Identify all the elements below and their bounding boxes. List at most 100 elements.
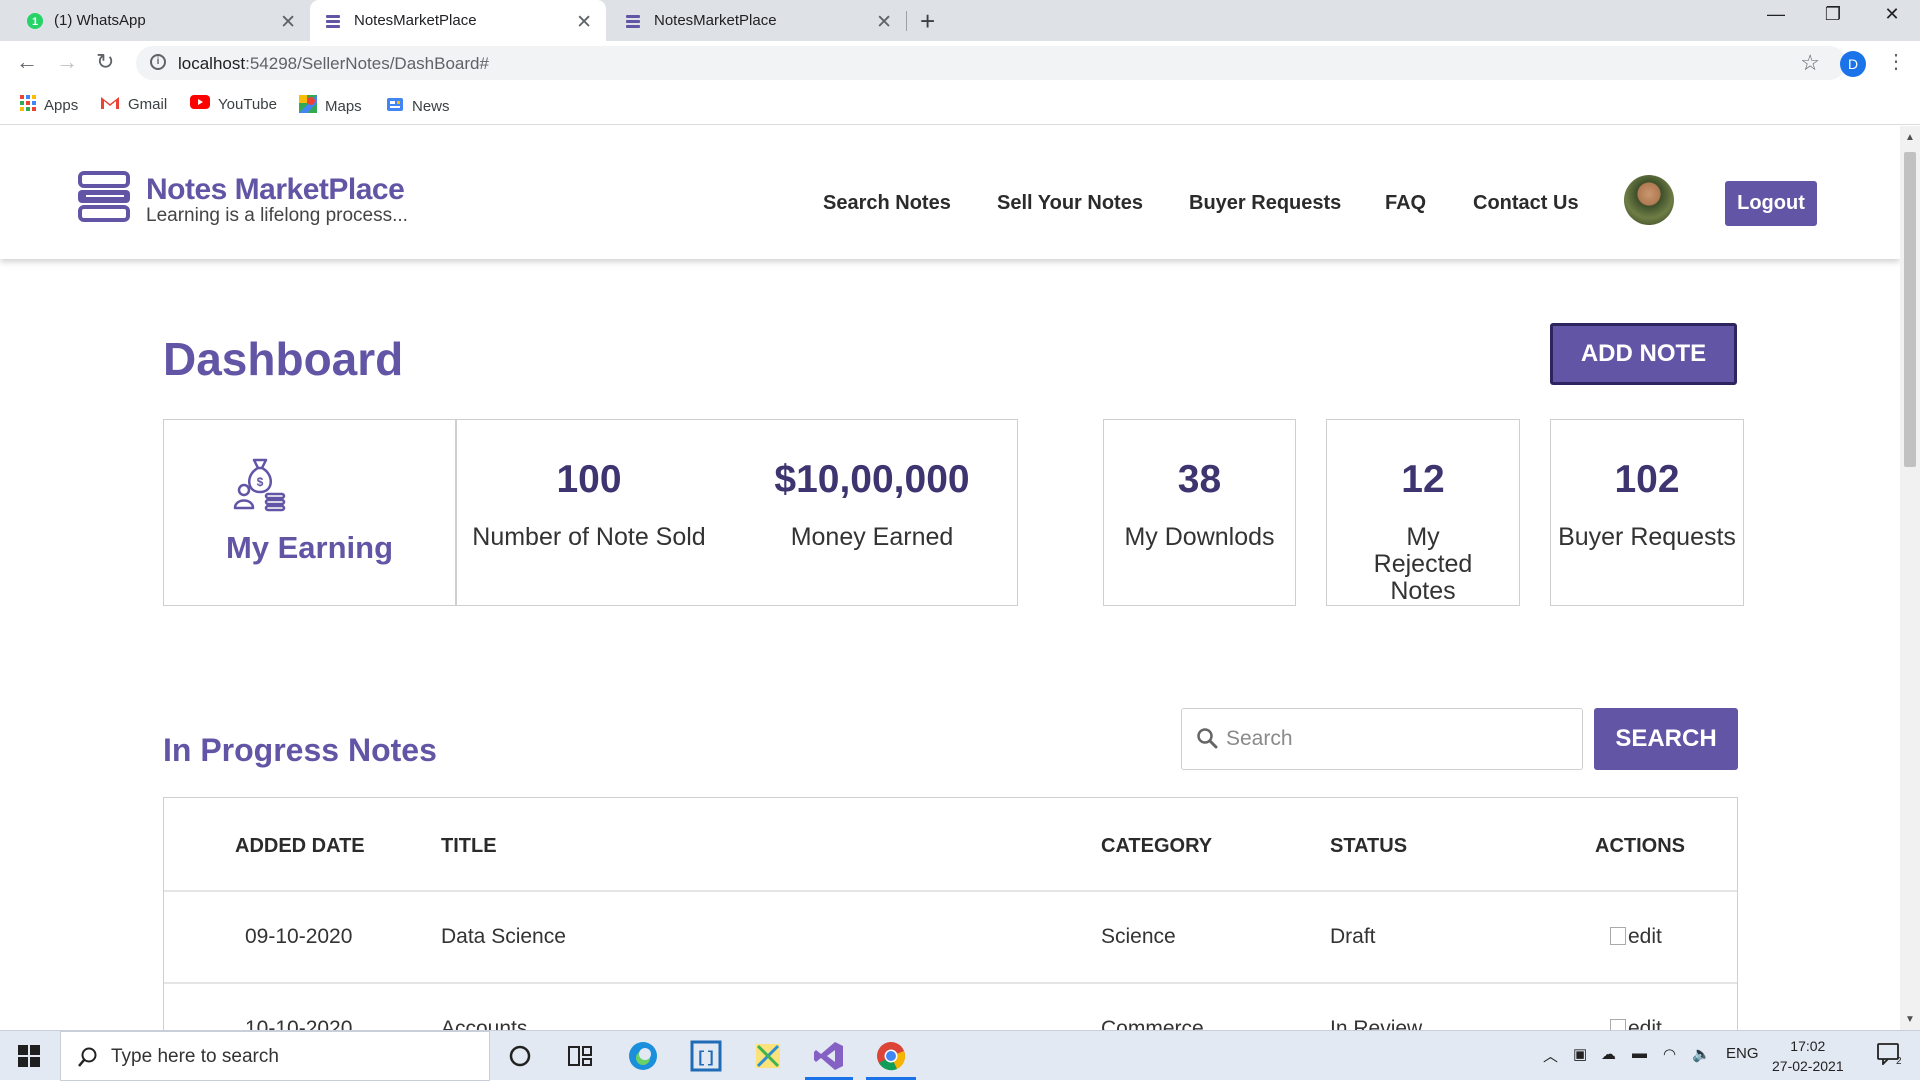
gmail-icon [100,95,120,114]
close-window-button[interactable]: ✕ [1869,4,1915,25]
bookmark-apps[interactable]: Apps [20,95,78,115]
close-tab-icon[interactable]: ✕ [876,11,892,34]
my-rejected-notes-card[interactable]: 12 My Rejected Notes [1326,419,1520,606]
bracket-app-icon[interactable]: [] [690,1040,722,1072]
close-tab-icon[interactable]: ✕ [576,11,592,34]
profile-avatar[interactable]: D [1840,51,1866,77]
scroll-thumb[interactable] [1904,152,1916,467]
wifi-icon[interactable]: ◠ [1663,1045,1676,1063]
tab-notesmarketplace[interactable]: NotesMarketPlace ✕ [610,0,906,41]
volume-icon[interactable]: 🔈 [1692,1045,1711,1063]
nav-search-notes[interactable]: Search Notes [823,192,951,215]
system-clock[interactable]: 17:02 27-02-2021 [1772,1036,1844,1076]
edit-action-icon[interactable]: edit [1610,925,1662,949]
bookmarks-bar: Apps Gmail YouTube Maps News [0,84,1920,125]
notification-count: 2 [1896,1056,1901,1065]
nav-contact-us[interactable]: Contact Us [1473,192,1579,215]
table-row: 09-10-2020 Data Science Science Draft ed… [164,892,1737,982]
notes-sold-value: 100 [556,458,622,501]
column-title: TITLE [441,835,497,857]
edit-action-icon[interactable]: edit [1610,1017,1662,1030]
row-title: Data Science [441,925,566,948]
minimize-button[interactable]: — [1753,4,1799,25]
snipping-tool-icon[interactable] [752,1040,784,1072]
logout-button[interactable]: Logout [1725,181,1817,226]
search-button[interactable]: SEARCH [1594,708,1738,770]
nav-faq[interactable]: FAQ [1385,192,1426,215]
earnings-stats-card: 100 Number of Note Sold $10,00,000 Money… [456,419,1018,606]
scroll-up-icon[interactable]: ▲ [1905,132,1915,143]
new-tab-button[interactable]: + [920,6,935,37]
search-icon [77,1046,99,1074]
broken-image-icon [1610,927,1626,945]
task-view-icon[interactable] [564,1040,596,1072]
money-earned-stat[interactable]: $10,00,000 Money Earned [725,420,1019,605]
tab-label: NotesMarketPlace [354,12,477,29]
edit-alt-text: edit [1628,925,1662,948]
downloads-label: My Downlods [1124,523,1275,551]
bookmark-maps[interactable]: Maps [299,95,362,117]
my-earning-label: My Earning [225,530,394,565]
taskbar-search-box[interactable]: Type here to search [60,1031,490,1081]
bookmark-label: Maps [325,97,362,115]
page-viewport: Notes MarketPlace Learning is a lifelong… [0,126,1900,1030]
my-earning-card[interactable]: $ My Earning [163,419,456,606]
tab-label: (1) WhatsApp [54,12,146,29]
maps-icon [299,95,317,117]
tab-notesmarketplace-active[interactable]: NotesMarketPlace ✕ [310,0,606,41]
restore-button[interactable]: ❐ [1810,4,1856,25]
search-input[interactable] [1226,723,1566,755]
notification-icon[interactable]: 2 [1877,1043,1902,1069]
whatsapp-icon: 1 [26,12,44,30]
taskbar-search-placeholder: Type here to search [111,1046,279,1067]
page-title: Dashboard [163,333,404,385]
close-tab-icon[interactable]: ✕ [280,11,296,34]
scroll-down-icon[interactable]: ▼ [1905,1014,1915,1025]
bookmark-news[interactable]: News [386,95,450,117]
site-info-icon[interactable]: i [150,54,166,70]
bookmark-gmail[interactable]: Gmail [100,95,167,114]
forward-button[interactable]: → [56,49,78,75]
tab-label: NotesMarketPlace [654,12,777,29]
device-icon[interactable]: ▣ [1573,1045,1587,1063]
windows-taskbar: Type here to search [] ︿ ▣ ☁ ▬ ◠ 🔈 ENG 1… [0,1030,1920,1081]
address-bar[interactable]: i localhost:54298/SellerNotes/DashBoard#… [136,46,1846,80]
add-note-button[interactable]: ADD NOTE [1550,323,1737,385]
whatsapp-badge: 1 [32,16,38,28]
chrome-icon[interactable] [875,1040,907,1072]
column-added-date: ADDED DATE [235,835,365,857]
edge-icon[interactable] [627,1040,659,1072]
cortana-icon[interactable] [504,1040,536,1072]
notes-sold-stat[interactable]: 100 Number of Note Sold [457,420,721,605]
battery-icon[interactable]: ▬ [1632,1045,1647,1062]
logo-tagline: Learning is a lifelong process... [146,204,408,226]
visual-studio-icon[interactable] [813,1040,845,1072]
my-downloads-card[interactable]: 38 My Downlods [1103,419,1296,606]
back-button[interactable]: ← [16,49,38,75]
page-scrollbar[interactable]: ▲ ▼ [1900,126,1920,1030]
tab-separator [906,11,907,31]
in-progress-title: In Progress Notes [163,732,437,768]
nav-sell-your-notes[interactable]: Sell Your Notes [997,192,1143,215]
tab-whatsapp[interactable]: 1 (1) WhatsApp ✕ [16,0,306,41]
user-avatar[interactable] [1624,175,1674,225]
language-indicator[interactable]: ENG [1726,1045,1759,1062]
clock-date: 27-02-2021 [1772,1058,1844,1074]
nav-buyer-requests[interactable]: Buyer Requests [1189,192,1341,215]
notes-logo-icon [624,12,642,30]
buyer-requests-value: 102 [1614,458,1680,501]
bookmark-star-icon[interactable]: ☆ [1800,50,1820,76]
search-icon [1196,727,1218,754]
browser-menu-icon[interactable]: ⋮ [1886,49,1906,74]
broken-image-icon [1610,1019,1626,1030]
bookmark-youtube[interactable]: YouTube [190,95,277,113]
logo-title: Notes MarketPlace [146,172,405,206]
show-hidden-icons[interactable]: ︿ [1543,1045,1558,1066]
reload-button[interactable]: ↻ [96,49,114,75]
onedrive-icon[interactable]: ☁ [1601,1045,1616,1063]
site-logo[interactable]: Notes MarketPlace Learning is a lifelong… [76,171,408,228]
apps-grid-icon [20,95,36,115]
windows-start-icon[interactable] [18,1045,40,1072]
search-field[interactable] [1181,708,1583,770]
buyer-requests-card[interactable]: 102 Buyer Requests [1550,419,1744,606]
